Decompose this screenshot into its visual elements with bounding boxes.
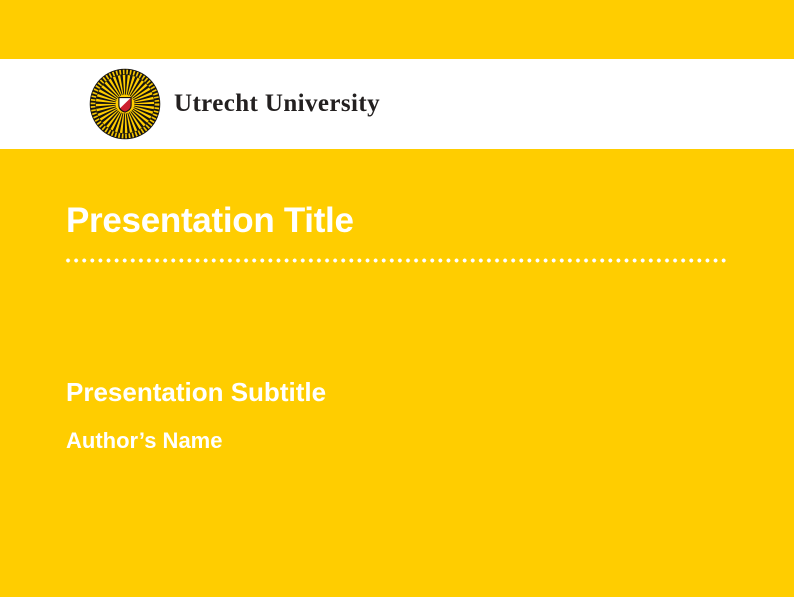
header-band: Utrecht University (0, 59, 794, 149)
author-name: Author’s Name (66, 430, 222, 452)
utrecht-university-sun-logo-icon (89, 68, 161, 140)
institution-name: Utrecht University (174, 90, 380, 118)
title-slide: Utrecht University Presentation Title Pr… (0, 0, 794, 597)
presentation-subtitle: Presentation Subtitle (66, 379, 326, 405)
dotted-divider (64, 258, 728, 263)
presentation-title: Presentation Title (66, 203, 354, 238)
